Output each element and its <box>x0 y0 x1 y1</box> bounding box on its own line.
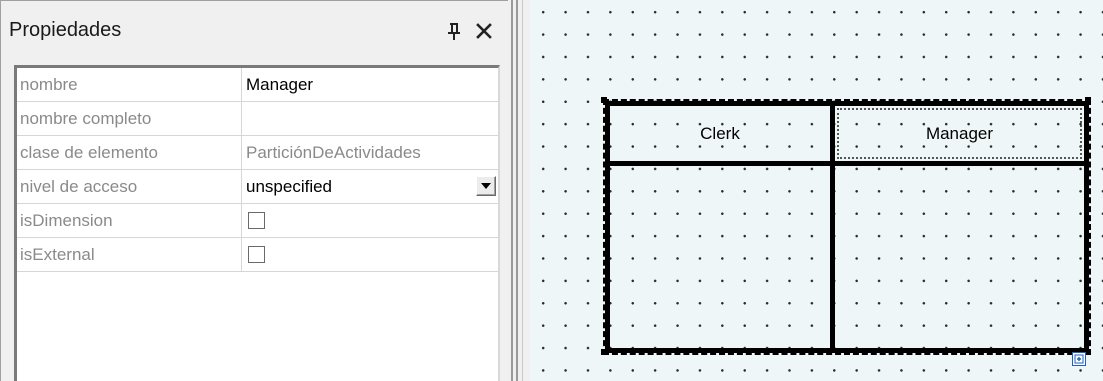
nombre-value-field[interactable]: Manager <box>242 68 498 101</box>
resize-icon[interactable] <box>1072 352 1086 366</box>
panel-header: Propiedades <box>1 1 509 59</box>
isexternal-value <box>242 238 498 271</box>
nivel-de-acceso-select[interactable]: unspecified <box>242 170 498 203</box>
pin-icon[interactable] <box>445 20 463 42</box>
property-name: isDimension <box>17 204 242 237</box>
activity-partition[interactable]: Clerk Manager <box>605 101 1089 353</box>
selection-handle[interactable] <box>601 349 607 355</box>
partition-header-manager[interactable]: Manager <box>835 106 1084 161</box>
property-row-clase-de-elemento: clase de elemento ParticiónDeActividades <box>17 136 498 170</box>
isexternal-checkbox[interactable] <box>248 246 265 263</box>
partition-divider-horizontal <box>610 161 1084 166</box>
nombre-completo-value-field[interactable] <box>242 102 498 135</box>
diagram-canvas[interactable]: Clerk Manager <box>530 0 1103 381</box>
chevron-down-icon[interactable] <box>476 176 496 196</box>
property-row-nivel-de-acceso[interactable]: nivel de acceso unspecified <box>17 170 498 204</box>
property-row-isdimension[interactable]: isDimension <box>17 204 498 238</box>
panel-title: Propiedades <box>9 19 122 41</box>
property-grid: nombre Manager nombre completo clase de … <box>14 65 500 381</box>
property-row-isexternal[interactable]: isExternal <box>17 238 498 272</box>
property-name: clase de elemento <box>17 136 242 169</box>
splitter-line <box>511 0 513 381</box>
panel-splitter[interactable] <box>508 0 530 381</box>
selection-handle[interactable] <box>1085 97 1091 103</box>
selection-handle[interactable] <box>601 97 607 103</box>
property-name: nivel de acceso <box>17 170 242 203</box>
nivel-de-acceso-selected-value: unspecified <box>246 177 333 196</box>
clase-de-elemento-value: ParticiónDeActividades <box>246 143 421 162</box>
property-name: isExternal <box>17 238 242 271</box>
property-name: nombre completo <box>17 102 242 135</box>
app-window: Propiedades nombre Manager nombre comple… <box>0 0 1103 381</box>
property-name: nombre <box>17 68 242 101</box>
splitter-line <box>522 0 523 381</box>
isdimension-checkbox[interactable] <box>248 212 265 229</box>
close-icon[interactable] <box>473 20 495 42</box>
property-row-nombre-completo[interactable]: nombre completo <box>17 102 498 136</box>
property-row-nombre[interactable]: nombre Manager <box>17 68 498 102</box>
properties-panel: Propiedades nombre Manager nombre comple… <box>0 0 508 381</box>
isdimension-value <box>242 204 498 237</box>
partition-header-clerk[interactable]: Clerk <box>610 106 830 161</box>
splitter-line <box>516 0 518 381</box>
